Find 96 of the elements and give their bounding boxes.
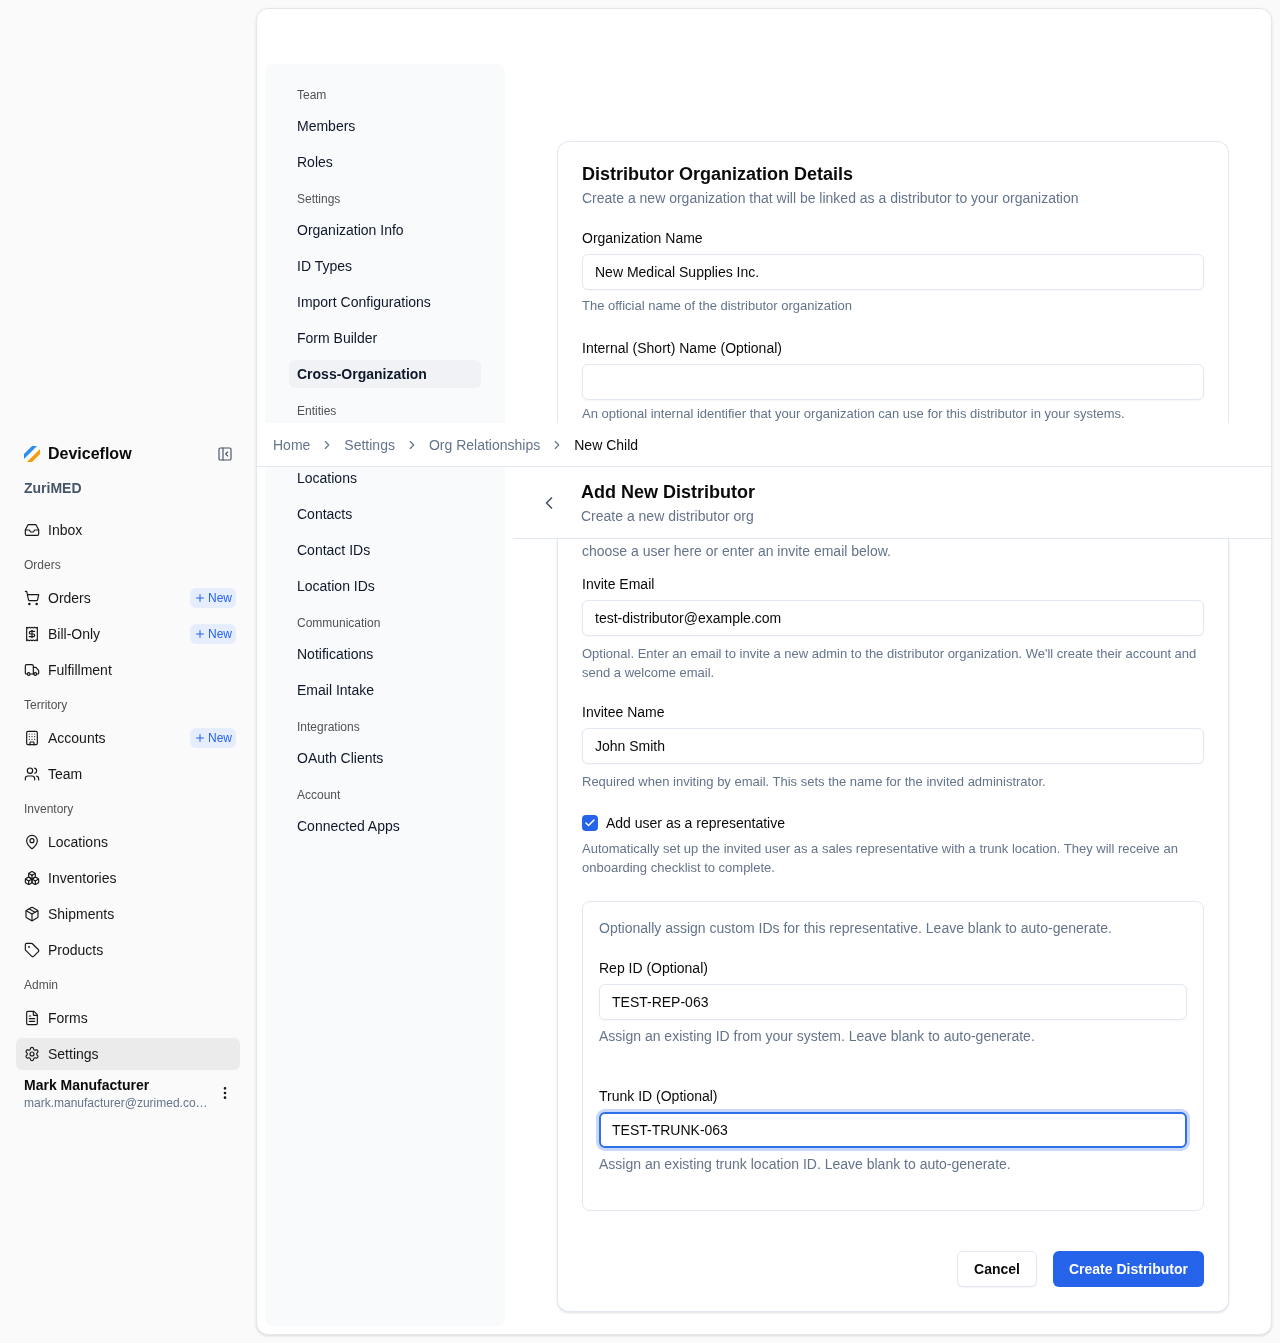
settings-nav-item[interactable]: Notifications	[289, 640, 481, 668]
breadcrumb-link[interactable]: Home	[273, 434, 311, 455]
sidebar-item[interactable]: Products	[16, 934, 240, 966]
settings-nav-item[interactable]: ID Types	[289, 252, 481, 280]
nav-group-label: Account	[296, 787, 342, 804]
building-icon	[24, 730, 40, 746]
field-label: Invite Email	[582, 575, 656, 594]
settings-nav-item[interactable]: Email Intake	[289, 676, 481, 704]
cancel-button[interactable]: Cancel	[957, 1251, 1037, 1287]
settings-nav-item[interactable]: Members	[289, 112, 481, 140]
sidebar-item[interactable]: Team	[16, 758, 240, 790]
checkbox[interactable]	[582, 815, 598, 831]
section-label: Admin	[23, 977, 58, 994]
nav-group-label: Entities	[296, 403, 338, 420]
help-text: Optional. Enter an email to invite a new admin to the distributor organization. We'll create their account and send a welcome email.	[582, 645, 1198, 682]
logo-icon	[24, 446, 40, 462]
section-label: Inventory	[23, 801, 74, 818]
nav-group-label: Communication	[296, 615, 382, 632]
field-label: Organization Name	[582, 229, 704, 248]
cart-icon	[24, 590, 40, 606]
settings-nav-item[interactable]: Contact IDs	[289, 536, 481, 564]
sidebar-item[interactable]: Settings	[16, 1038, 240, 1070]
sidebar-item[interactable]: Orders New	[16, 582, 240, 614]
create-button[interactable]: Create Distributor	[1052, 1251, 1204, 1287]
card-subtitle: Create a new organization that will be linked as a distributor to your organization	[582, 189, 1080, 208]
settings-icon	[24, 1046, 40, 1062]
nav-group-label: Settings	[296, 191, 342, 208]
sidebar-item[interactable]: Inbox	[16, 514, 240, 546]
text-input[interactable]: test-distributor@example.com	[582, 600, 1204, 636]
nav-group-label: Team	[296, 87, 328, 104]
page-title: Add New Distributor	[581, 480, 755, 504]
text-input[interactable]: TEST-TRUNK-063	[599, 1112, 1187, 1148]
breadcrumb-link[interactable]: Settings	[344, 434, 395, 455]
field-label: Invitee Name	[582, 703, 666, 722]
plus-icon	[194, 732, 206, 744]
help-text: Assign an existing trunk location ID. Leave blank to auto-generate.	[599, 1155, 1012, 1174]
sidebar-item[interactable]: Shipments	[16, 898, 240, 930]
panel-collapse-icon	[217, 446, 233, 462]
settings-nav-item[interactable]: Import Configurations	[289, 288, 481, 316]
new-button[interactable]: New	[190, 588, 236, 608]
text-input[interactable]: New Medical Supplies Inc.	[582, 254, 1204, 290]
inbox-icon	[24, 522, 40, 538]
panel-intro: Optionally assign custom IDs for this representative. Leave blank to auto-generate.	[599, 919, 1113, 938]
settings-nav-item[interactable]: Form Builder	[289, 324, 481, 352]
plus-icon	[194, 628, 206, 640]
sidebar-item[interactable]: Bill-Only New	[16, 618, 240, 650]
brand-name: Deviceflow	[48, 444, 132, 464]
checkbox-label: Add user as a representative	[606, 814, 785, 833]
section-label: Territory	[23, 697, 68, 714]
boxes-icon	[24, 870, 40, 886]
check-icon	[584, 817, 596, 829]
plus-icon	[194, 592, 206, 604]
sidebar-item[interactable]: Fulfillment	[16, 654, 240, 686]
user-name: Mark Manufacturer	[24, 1076, 151, 1095]
breadcrumb-link[interactable]: Org Relationships	[428, 434, 541, 455]
settings-nav-item[interactable]: Connected Apps	[289, 812, 481, 840]
settings-nav-item[interactable]: Locations	[289, 467, 481, 492]
help-text: Automatically set up the invited user as a sales representative with a trunk location. They will receive an onboarding checklist to complete.	[582, 840, 1179, 877]
nav-group-label: Integrations	[296, 719, 361, 736]
package-icon	[24, 906, 40, 922]
help-text: An optional internal identifier that your organization can use for this distributor in your systems.	[582, 406, 1126, 422]
collapse-sidebar-button[interactable]	[217, 446, 233, 462]
card-title: Distributor Organization Details	[582, 163, 855, 186]
text-input[interactable]: John Smith	[582, 728, 1204, 764]
text-input[interactable]	[582, 364, 1204, 400]
document-icon	[24, 1010, 40, 1026]
receipt-icon	[24, 626, 40, 642]
users-icon	[24, 766, 40, 782]
settings-nav-item[interactable]: Roles	[289, 148, 481, 176]
sidebar-item[interactable]: Locations	[16, 826, 240, 858]
breadcrumb-current: New Child	[574, 435, 639, 455]
tag-icon	[24, 942, 40, 958]
field-label: Trunk ID (Optional)	[599, 1087, 719, 1106]
settings-nav-item[interactable]: OAuth Clients	[289, 744, 481, 772]
sidebar-item[interactable]: Accounts New	[16, 722, 240, 754]
settings-nav-item[interactable]: Contacts	[289, 500, 481, 528]
new-button[interactable]: New	[190, 624, 236, 644]
sidebar-item[interactable]: Forms	[16, 1002, 240, 1034]
org-name: ZuriMED	[23, 479, 83, 498]
settings-nav-item[interactable]: Location IDs	[289, 572, 481, 600]
truck-icon	[24, 662, 40, 678]
user-email: mark.manufacturer@zurimed.co…	[24, 1095, 208, 1111]
intro-text: choose a user here or enter an invite email below.	[582, 542, 892, 561]
new-button[interactable]: New	[190, 728, 236, 748]
help-text: Required when inviting by email. This sets the name for the invited administrator.	[582, 773, 1047, 791]
sidebar-item[interactable]: Inventories	[16, 862, 240, 894]
field-label: Internal (Short) Name (Optional)	[582, 339, 783, 358]
settings-nav-item[interactable]: Organization Info	[289, 216, 481, 244]
help-text: The official name of the distributor organization	[582, 298, 854, 314]
section-label: Orders	[23, 557, 61, 574]
map-pin-icon	[24, 834, 40, 850]
page-subtitle: Create a new distributor org	[581, 506, 755, 526]
field-label: Rep ID (Optional)	[599, 959, 709, 978]
settings-nav-item[interactable]: Cross-Organization	[289, 360, 481, 388]
text-input[interactable]: TEST-REP-063	[599, 984, 1187, 1020]
help-text: Assign an existing ID from your system. Leave blank to auto-generate.	[599, 1027, 1036, 1046]
